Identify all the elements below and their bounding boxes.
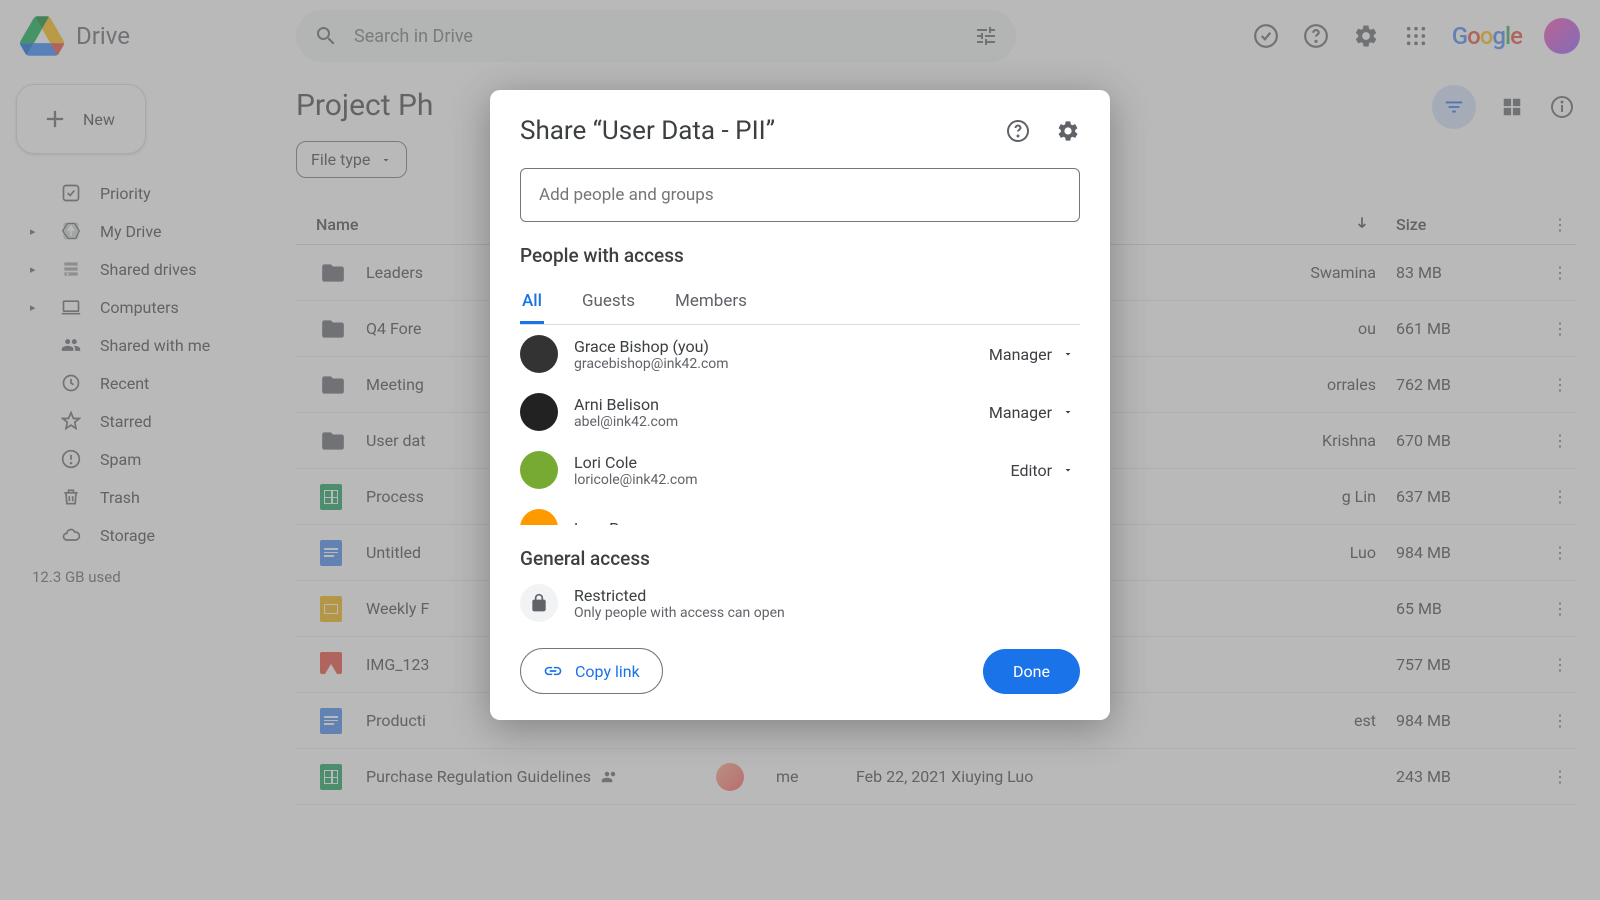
chevron-down-icon [1062,348,1074,360]
person-email: loricole@ink42.com [574,472,995,488]
person-email: abel@ink42.com [574,414,973,430]
person-avatar [520,509,558,525]
lock-icon [520,584,558,622]
role-select[interactable]: Manager [989,345,1080,364]
modal-overlay[interactable]: Share “User Data - PII” People with acce… [0,0,1600,900]
person-row: Lori Coleloricole@ink42.com Editor [520,441,1080,499]
person-name: Lori Cole [574,453,995,472]
share-dialog: Share “User Data - PII” People with acce… [490,90,1110,720]
person-row: Arni Belisonabel@ink42.com Manager [520,383,1080,441]
person-avatar [520,393,558,431]
dialog-settings-icon[interactable] [1056,119,1080,143]
person-name: Lara Brown [574,519,1080,526]
person-avatar [520,335,558,373]
access-tabs: All Guests Members [520,281,1080,325]
tab-members[interactable]: Members [673,281,749,324]
person-email: gracebishop@ink42.com [574,356,973,372]
people-section-title: People with access [520,244,1080,267]
chevron-down-icon [1062,406,1074,418]
people-list: Grace Bishop (you)gracebishop@ink42.com M… [520,325,1080,525]
role-select[interactable]: Manager [989,403,1080,422]
role-label: Manager [989,345,1052,364]
role-label: Editor [1011,461,1052,480]
dialog-help-icon[interactable] [1006,119,1030,143]
done-button[interactable]: Done [983,649,1080,694]
link-icon [543,661,563,681]
general-access-row[interactable]: Restricted Only people with access can o… [520,584,1080,622]
copy-link-button[interactable]: Copy link [520,648,663,694]
tab-all[interactable]: All [520,281,544,324]
copy-link-label: Copy link [575,662,640,681]
role-label: Manager [989,403,1052,422]
restricted-title: Restricted [574,586,785,605]
dialog-title: Share “User Data - PII” [520,116,1006,146]
add-people-input[interactable] [520,168,1080,222]
person-row: Grace Bishop (you)gracebishop@ink42.com M… [520,325,1080,383]
person-row: Lara Brown [520,499,1080,525]
restricted-desc: Only people with access can open [574,605,785,621]
tab-guests[interactable]: Guests [580,281,637,324]
role-select[interactable]: Editor [1011,461,1080,480]
person-name: Arni Belison [574,395,973,414]
person-name: Grace Bishop (you) [574,337,973,356]
person-avatar [520,451,558,489]
general-section-title: General access [520,547,1080,570]
chevron-down-icon [1062,464,1074,476]
